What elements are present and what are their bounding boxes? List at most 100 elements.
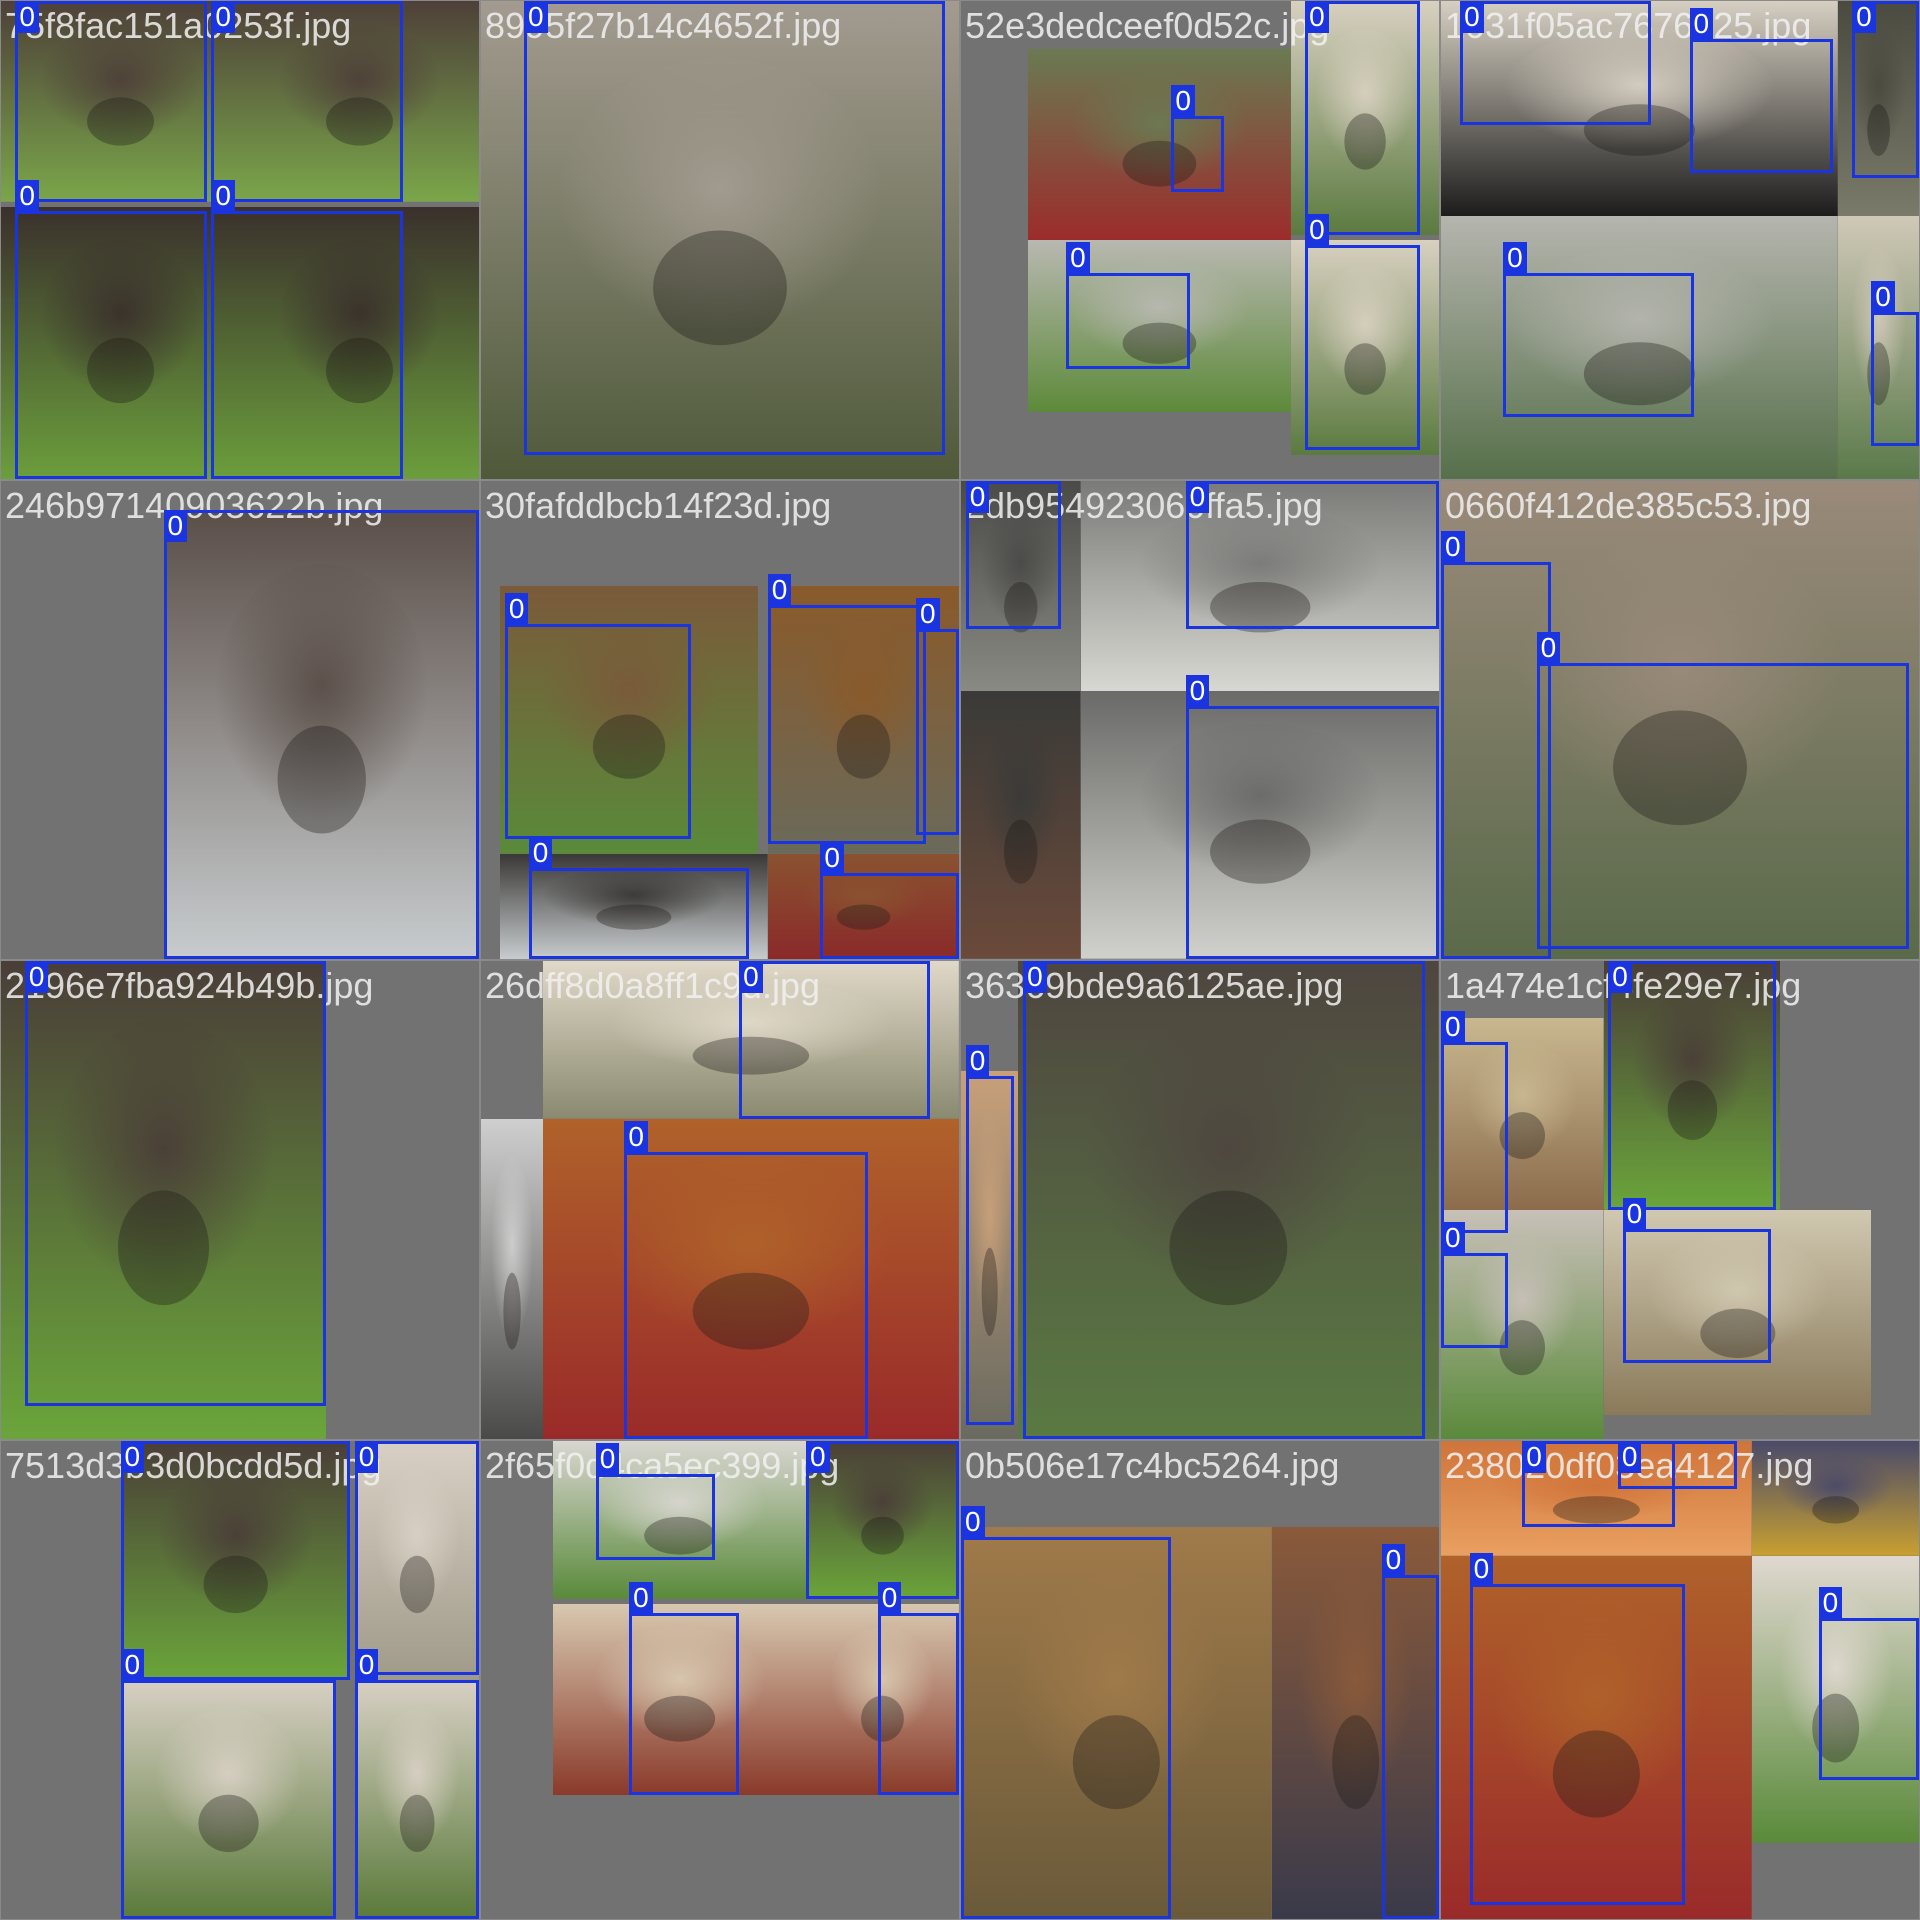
detection-box: 0 — [965, 481, 1062, 630]
class-label: 0 — [1185, 674, 1210, 707]
class-label: 0 — [1617, 1441, 1642, 1473]
class-label: 0 — [1469, 1553, 1494, 1586]
class-label: 0 — [1441, 531, 1465, 564]
image-mosaic: 0 0 0 0 75f8fac151a0253f.jpg 0 8995f27b14c4652… — [0, 0, 1920, 1920]
class-label: 0 — [24, 961, 49, 993]
detection-box: 0 — [1622, 1197, 1771, 1363]
detection-box: 0 — [1818, 1586, 1919, 1781]
mosaic-tile: 0 2196e7fba924b49b.jpg — [0, 959, 481, 1441]
mosaic-tile: 0 0 0 2db954923060ffa5.jpg — [959, 479, 1441, 961]
class-label: 0 — [961, 1505, 985, 1538]
detection-box: 0 — [1305, 1, 1420, 236]
detection-box: 0 — [1185, 674, 1439, 959]
class-label: 0 — [1305, 1, 1329, 33]
class-label: 0 — [767, 574, 792, 607]
detection-box: 0 — [120, 1441, 350, 1680]
detection-box: 0 — [1381, 1543, 1439, 1919]
class-label: 0 — [595, 1443, 620, 1476]
detection-box: 0 — [820, 841, 959, 959]
class-label: 0 — [1441, 1011, 1465, 1044]
detection-box: 0 — [15, 180, 207, 479]
mosaic-tile: 0 0 0 0 52e3dedceef0d52c.jpg — [959, 0, 1441, 481]
detection-box: 0 — [1441, 531, 1551, 959]
detection-box: 0 — [877, 1582, 959, 1795]
class-label: 0 — [1171, 84, 1195, 117]
detection-box: 0 — [211, 180, 403, 479]
detection-box: 0 — [961, 1505, 1172, 1919]
class-label: 0 — [1852, 1, 1876, 33]
detection-box: 0 — [24, 961, 327, 1406]
class-label: 0 — [15, 180, 39, 213]
detection-box: 0 — [15, 1, 207, 202]
detection-box: 0 — [1503, 242, 1695, 417]
class-label: 0 — [1522, 1441, 1546, 1473]
detection-box: 0 — [739, 961, 931, 1119]
class-label: 0 — [354, 1441, 379, 1473]
detection-box: 0 — [524, 1, 945, 456]
class-label: 0 — [965, 1044, 990, 1077]
filename-label: 52e3dedceef0d52c.jpg — [965, 5, 1330, 46]
detection-box: 0 — [1617, 1441, 1738, 1489]
detection-box: 0 — [1185, 481, 1439, 630]
class-label: 0 — [1023, 961, 1047, 993]
detection-box: 0 — [120, 1649, 336, 1919]
class-label: 0 — [629, 1582, 653, 1615]
mosaic-tile: 0 0 26dff8d0a8ff1c9d.jpg — [479, 959, 961, 1441]
detection-box: 0 — [1871, 280, 1919, 446]
class-label: 0 — [806, 1441, 830, 1473]
class-label: 0 — [1381, 1543, 1406, 1576]
detection-box: 0 — [354, 1649, 479, 1919]
class-label: 0 — [1871, 280, 1895, 313]
class-label: 0 — [624, 1121, 648, 1154]
mosaic-tile: 0 246b97140903622b.jpg — [0, 479, 481, 961]
filename-label: 0660f412de385c53.jpg — [1445, 485, 1812, 526]
class-label: 0 — [15, 1, 39, 33]
class-label: 0 — [163, 509, 188, 542]
detection-box: 0 — [504, 593, 692, 840]
photo-crop — [1027, 48, 1291, 240]
class-label: 0 — [354, 1649, 379, 1681]
mosaic-tile: 0 0 0 0 7513d3b3d0bcdd5d.jpg — [0, 1439, 481, 1920]
detection-box: 0 — [965, 1044, 1014, 1425]
filename-label: 0b506e17c4bc5264.jpg — [965, 1445, 1340, 1486]
class-label: 0 — [915, 598, 940, 631]
class-label: 0 — [1608, 961, 1632, 993]
class-label: 0 — [120, 1649, 145, 1681]
detection-box: 0 — [806, 1441, 959, 1599]
class-label: 0 — [211, 1, 235, 33]
detection-box: 0 — [1608, 961, 1776, 1210]
mosaic-tile: 0 0 36369bde9a6125ae.jpg — [959, 959, 1441, 1441]
class-label: 0 — [739, 961, 763, 993]
detection-box: 0 — [1689, 8, 1833, 174]
detection-box: 0 — [624, 1121, 869, 1439]
detection-box: 0 — [1441, 1011, 1508, 1234]
detection-box: 0 — [767, 574, 926, 845]
class-label: 0 — [1305, 213, 1329, 246]
class-label: 0 — [528, 837, 553, 870]
class-label: 0 — [524, 1, 548, 33]
detection-box: 0 — [528, 837, 749, 959]
class-label: 0 — [1185, 481, 1210, 513]
class-label: 0 — [1536, 631, 1561, 664]
detection-box: 0 — [595, 1443, 716, 1561]
class-label: 0 — [1460, 1, 1484, 33]
photo-crop — [481, 1118, 544, 1439]
class-label: 0 — [211, 180, 235, 213]
photo-crop — [961, 691, 1081, 959]
filename-label: 30fafddbcb14f23d.jpg — [485, 485, 832, 526]
detection-box: 0 — [1852, 1, 1919, 178]
class-label: 0 — [120, 1441, 145, 1473]
mosaic-tile: 0 0 0 0 2f65f0d4ca5ec399.jpg — [479, 1439, 961, 1920]
detection-box: 0 — [211, 1, 403, 202]
class-label: 0 — [1622, 1197, 1647, 1230]
detection-box: 0 — [1469, 1553, 1685, 1905]
mosaic-tile: 00001a474e1cf4fe29e7.jpg — [1439, 959, 1920, 1441]
class-label: 0 — [820, 841, 844, 874]
detection-box: 0 — [1171, 84, 1224, 193]
mosaic-tile: 0000238020df03ea4127.jpg — [1439, 1439, 1920, 1920]
mosaic-tile: 0 0 0 0 0 30fafddbcb14f23d.jpg — [479, 479, 961, 961]
class-label: 0 — [1066, 242, 1090, 275]
detection-box: 0 — [1023, 961, 1425, 1439]
class-label: 0 — [1818, 1586, 1843, 1619]
detection-box: 0 — [1536, 631, 1910, 950]
